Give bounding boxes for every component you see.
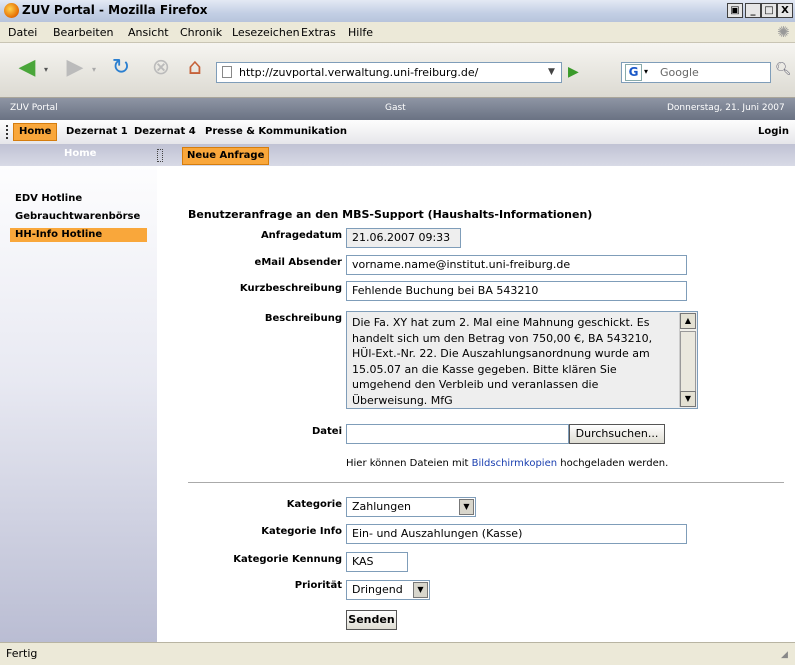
search-input[interactable]: G ▾ Google bbox=[621, 62, 771, 83]
category-code-label: Kategorie Kennung bbox=[197, 554, 342, 565]
menu-datei[interactable]: Datei bbox=[8, 26, 37, 39]
search-placeholder: Google bbox=[660, 66, 699, 79]
close-button[interactable]: X bbox=[777, 3, 793, 18]
search-icon[interactable]: 🔍︎ bbox=[775, 62, 795, 83]
file-label: Datei bbox=[197, 426, 342, 437]
reload-icon[interactable]: ↻ bbox=[106, 53, 136, 83]
menu-lesezeichen[interactable]: Lesezeichen bbox=[232, 26, 300, 39]
chevron-down-icon[interactable]: ▼ bbox=[413, 582, 428, 598]
portal-date: Donnerstag, 21. Juni 2007 bbox=[667, 103, 785, 113]
tab-dezernat-4[interactable]: Dezernat 4 bbox=[134, 126, 196, 137]
date-field: 21.06.2007 09:33 bbox=[346, 228, 461, 248]
submit-button[interactable]: Senden bbox=[346, 610, 397, 630]
status-text: Fertig bbox=[6, 647, 37, 660]
form-heading: Benutzeranfrage an den MBS-Support (Haus… bbox=[188, 208, 592, 221]
breadcrumb-home: Home bbox=[64, 148, 96, 159]
maximize-button[interactable]: □ bbox=[761, 3, 777, 18]
upload-hint: Hier können Dateien mit Bildschirmkopien… bbox=[346, 458, 668, 469]
summary-field[interactable]: Fehlende Buchung bei BA 543210 bbox=[346, 281, 687, 301]
menu-ansicht[interactable]: Ansicht bbox=[128, 26, 169, 39]
back-icon[interactable]: ◀ bbox=[12, 53, 42, 83]
portal-user: Gast bbox=[385, 103, 406, 113]
date-label: Anfragedatum bbox=[197, 230, 342, 241]
main-content: Benutzeranfrage an den MBS-Support (Haus… bbox=[157, 166, 795, 642]
tab-home[interactable]: Home bbox=[13, 123, 57, 141]
new-request-button[interactable]: Neue Anfrage bbox=[182, 147, 269, 165]
login-link[interactable]: Login bbox=[758, 126, 789, 137]
category-info-label: Kategorie Info bbox=[197, 526, 342, 537]
url-text: http://zuvportal.verwaltung.uni-freiburg… bbox=[239, 66, 478, 79]
forward-icon[interactable]: ▶ bbox=[60, 53, 90, 83]
sidebar-item-edv-hotline[interactable]: EDV Hotline bbox=[10, 192, 147, 206]
stop-icon[interactable]: ⊗ bbox=[146, 53, 176, 83]
grip-icon bbox=[157, 149, 163, 162]
browse-button[interactable]: Durchsuchen... bbox=[569, 424, 665, 444]
category-info-field[interactable]: Ein- und Auszahlungen (Kasse) bbox=[346, 524, 687, 544]
category-value: Zahlungen bbox=[352, 500, 411, 513]
go-icon[interactable]: ▶ bbox=[568, 64, 579, 80]
home-icon[interactable]: ⌂ bbox=[180, 53, 210, 83]
resize-grip-icon[interactable]: ◢ bbox=[781, 650, 788, 660]
screenshot-link[interactable]: Bildschirmkopien bbox=[472, 458, 557, 469]
portal-name: ZUV Portal bbox=[10, 103, 58, 113]
scroll-down-icon[interactable]: ▼ bbox=[680, 391, 696, 407]
priority-label: Priorität bbox=[197, 580, 342, 591]
menu-hilfe[interactable]: Hilfe bbox=[348, 26, 373, 39]
email-label: eMail Absender bbox=[197, 257, 342, 268]
menu-bearbeiten[interactable]: Bearbeiten bbox=[53, 26, 113, 39]
sub-navigation-bar: Home Neue Anfrage bbox=[0, 144, 795, 166]
status-bar: Fertig ◢ bbox=[0, 642, 795, 665]
menu-bar: Datei Bearbeiten Ansicht Chronik Lesezei… bbox=[0, 22, 795, 43]
scroll-up-icon[interactable]: ▲ bbox=[680, 313, 696, 329]
sidebar-item-gebrauchtwarenboerse[interactable]: Gebrauchtwarenbörse bbox=[10, 210, 147, 224]
tab-presse-kommunikation[interactable]: Presse & Kommunikation bbox=[205, 126, 347, 137]
description-scrollbar[interactable]: ▲ ▼ bbox=[679, 313, 696, 407]
tab-dezernat-1[interactable]: Dezernat 1 bbox=[66, 126, 128, 137]
page-icon bbox=[222, 66, 232, 78]
email-field[interactable]: vorname.name@institut.uni-freiburg.de bbox=[346, 255, 687, 275]
description-textarea[interactable]: Die Fa. XY hat zum 2. Mal eine Mahnung g… bbox=[346, 311, 698, 409]
url-bar[interactable]: http://zuvportal.verwaltung.uni-freiburg… bbox=[216, 62, 544, 83]
category-code-field[interactable]: KAS bbox=[346, 552, 408, 572]
category-label: Kategorie bbox=[197, 499, 342, 510]
firefox-icon bbox=[4, 3, 19, 18]
summary-label: Kurzbeschreibung bbox=[197, 283, 342, 294]
grip-icon bbox=[6, 125, 11, 139]
category-select[interactable]: Zahlungen ▼ bbox=[346, 497, 476, 517]
portal-header: ZUV Portal Gast Donnerstag, 21. Juni 200… bbox=[0, 98, 795, 120]
navigation-toolbar: ◀ ▾ ▶ ▾ ↻ ⊗ ⌂ http://zuvportal.verwaltun… bbox=[0, 43, 795, 98]
file-input[interactable] bbox=[346, 424, 569, 444]
priority-value: Dringend bbox=[352, 583, 403, 596]
menu-chronik[interactable]: Chronik bbox=[180, 26, 222, 39]
upload-hint-text-end: hochgeladen werden. bbox=[560, 458, 668, 469]
forward-dropdown-icon[interactable]: ▾ bbox=[92, 65, 96, 74]
upload-hint-text: Hier können Dateien mit bbox=[346, 458, 468, 469]
portal-tab-bar: Home Dezernat 1 Dezernat 4 Presse & Komm… bbox=[0, 120, 795, 145]
description-label: Beschreibung bbox=[197, 313, 342, 324]
priority-select[interactable]: Dringend ▼ bbox=[346, 580, 430, 600]
menu-extras[interactable]: Extras bbox=[301, 26, 336, 39]
google-icon[interactable]: G bbox=[625, 64, 642, 81]
restore-icon[interactable]: ▣ bbox=[727, 3, 743, 18]
sidebar: EDV Hotline Gebrauchtwarenbörse HH-Info … bbox=[0, 166, 157, 642]
back-dropdown-icon[interactable]: ▾ bbox=[44, 65, 48, 74]
search-engine-dropdown-icon[interactable]: ▾ bbox=[644, 67, 648, 76]
description-text: Die Fa. XY hat zum 2. Mal eine Mahnung g… bbox=[352, 315, 676, 409]
window-title-bar: ZUV Portal - Mozilla Firefox ▣ _ □ X bbox=[0, 0, 795, 23]
divider bbox=[188, 482, 784, 483]
sidebar-item-hh-info-hotline[interactable]: HH-Info Hotline bbox=[10, 228, 147, 242]
url-dropdown-icon[interactable]: ▼ bbox=[542, 62, 562, 83]
throbber-icon: ✺ bbox=[777, 23, 790, 41]
minimize-button[interactable]: _ bbox=[745, 3, 761, 18]
window-title: ZUV Portal - Mozilla Firefox bbox=[22, 3, 208, 17]
chevron-down-icon[interactable]: ▼ bbox=[459, 499, 474, 515]
